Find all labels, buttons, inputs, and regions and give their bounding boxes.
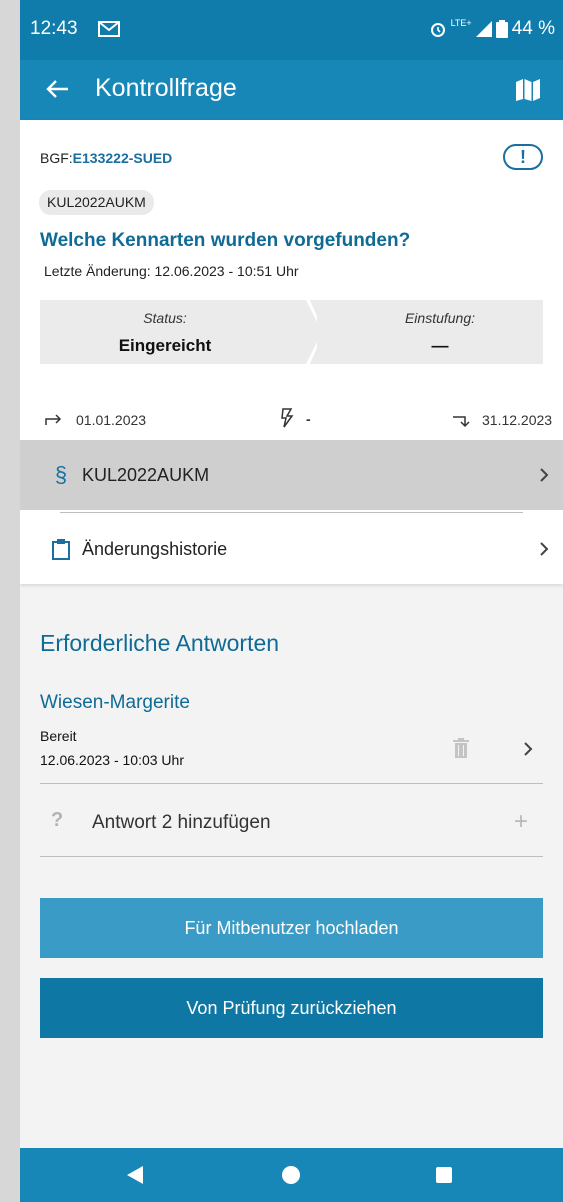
arrow-left-icon[interactable] <box>44 76 70 102</box>
row-divider <box>60 512 523 513</box>
page-title: Kontrollfrage <box>95 74 237 102</box>
trash-icon[interactable] <box>453 738 469 758</box>
date-end: 31.12.2023 <box>482 412 553 428</box>
nav-back-icon[interactable] <box>127 1166 143 1184</box>
date-range: 01.01.2023 - 31.12.2023 <box>20 408 563 434</box>
question-mark-icon: ? <box>51 809 64 831</box>
row-kul-label: KUL2022AUKM <box>82 465 210 485</box>
lightning-icon <box>281 408 294 428</box>
question-card: BGF:E133222-SUED ! KUL2022AUKM Welche Ke… <box>20 120 563 584</box>
map-icon[interactable] <box>515 78 541 102</box>
answer-status: Bereit <box>40 728 77 744</box>
battery-icon <box>495 20 508 38</box>
paragraph-icon: § <box>54 462 68 487</box>
row-history[interactable]: Änderungshistorie <box>20 514 563 584</box>
status-box: Status: Eingereicht <box>40 300 290 364</box>
phone-frame: 12:43 LTE+ 44 % Kontrollfrage BGF:E13322… <box>0 0 563 1202</box>
einstufung-value: — <box>431 336 449 355</box>
last-change: Letzte Änderung: 12.06.2023 - 10:51 Uhr <box>44 263 299 279</box>
nav-recent-icon[interactable] <box>436 1167 452 1183</box>
status-value: Eingereicht <box>118 336 212 355</box>
upload-button[interactable]: Für Mitbenutzer hochladen <box>40 898 543 958</box>
answer-title[interactable]: Wiesen-Margerite <box>40 692 190 714</box>
measure-chip: KUL2022AUKM <box>39 190 154 215</box>
question-title: Welche Kennarten wurden vorgefunden? <box>40 230 411 251</box>
navigation-bar <box>20 1148 563 1202</box>
clipboard-icon <box>52 539 70 560</box>
chevron-right-icon <box>540 542 549 556</box>
status-time: 12:43 <box>30 18 78 39</box>
lightning-value: - <box>306 411 311 427</box>
plus-icon[interactable]: + <box>514 810 528 834</box>
alert-icon[interactable]: ! <box>503 144 543 170</box>
network-type: LTE+ <box>450 18 472 28</box>
status-bar: 12:43 LTE+ 44 % <box>20 0 563 60</box>
bgf-code[interactable]: E133222-SUED <box>73 150 173 166</box>
status-label: Status: <box>143 310 187 326</box>
arrow-return-icon <box>453 416 470 428</box>
withdraw-button[interactable]: Von Prüfung zurückziehen <box>40 978 543 1038</box>
mail-icon <box>98 21 120 37</box>
einstufung-label: Einstufung: <box>404 310 476 326</box>
divider <box>40 783 543 784</box>
date-start: 01.01.2023 <box>76 412 147 428</box>
alarm-icon <box>430 23 445 37</box>
chevron-right-icon <box>540 468 549 482</box>
app-bar: Kontrollfrage <box>20 60 563 120</box>
row-history-label: Änderungshistorie <box>82 539 228 559</box>
battery-level: 44 % <box>511 18 555 39</box>
divider <box>40 856 543 857</box>
row-kul[interactable]: § KUL2022AUKM <box>20 440 563 510</box>
section-title: Erforderliche Antworten <box>40 630 280 656</box>
bgf-reference: BGF:E133222-SUED <box>40 150 172 166</box>
einstufung-box: Einstufung: — <box>317 300 543 364</box>
nav-home-icon[interactable] <box>282 1166 300 1184</box>
arrow-forward-icon <box>45 414 62 425</box>
signal-icon <box>475 21 492 37</box>
answer-date: 12.06.2023 - 10:03 Uhr <box>40 752 184 768</box>
chevron-right-icon[interactable] <box>523 741 533 757</box>
add-answer-label[interactable]: Antwort 2 hinzufügen <box>92 812 271 834</box>
screen: 12:43 LTE+ 44 % Kontrollfrage BGF:E13322… <box>20 0 563 1202</box>
bgf-prefix: BGF: <box>40 150 73 166</box>
status-right: LTE+ 44 % <box>429 18 555 40</box>
